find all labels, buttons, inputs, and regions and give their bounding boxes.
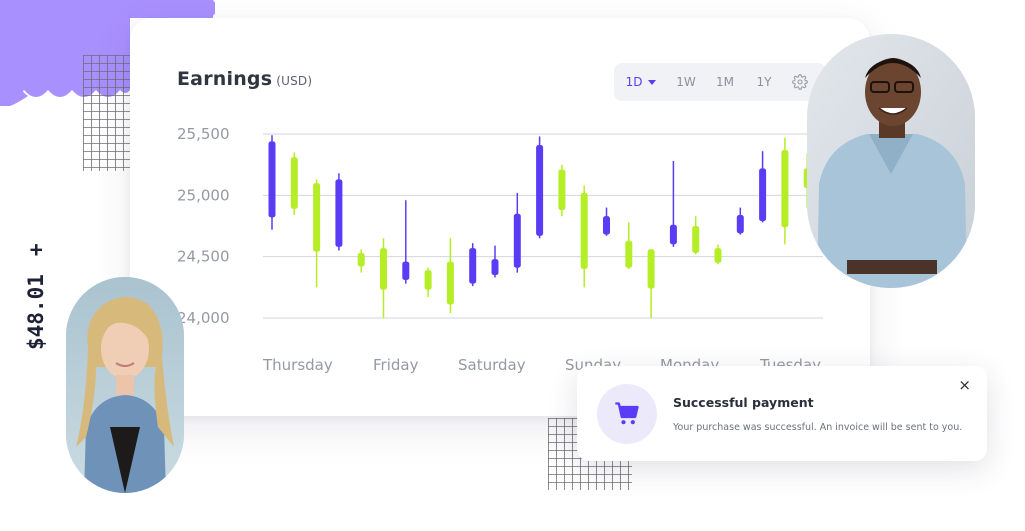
candle — [558, 164, 566, 217]
amount-sign: + — [24, 243, 48, 257]
candle — [313, 179, 321, 288]
candle-body — [736, 214, 744, 234]
candle — [781, 137, 789, 245]
candle-body — [714, 248, 722, 263]
x-tick-label: Thursday — [262, 356, 333, 374]
candle-body — [268, 141, 276, 218]
candle — [335, 173, 343, 251]
candle-body — [625, 240, 633, 268]
candle-body — [513, 213, 521, 268]
candle — [402, 200, 410, 284]
toast-title: Successful payment — [673, 395, 814, 410]
candle — [647, 249, 655, 318]
candle — [625, 222, 633, 269]
y-tick-label: 24,500 — [177, 248, 230, 266]
candle — [357, 249, 365, 273]
candle-body — [380, 248, 387, 290]
candle — [380, 238, 387, 318]
candle-body — [335, 179, 343, 247]
candle-body — [603, 216, 610, 235]
candle-body — [536, 145, 544, 236]
candle — [513, 192, 521, 273]
candle-body — [446, 261, 454, 305]
candle-body — [402, 261, 410, 280]
candle-body — [647, 249, 655, 289]
candle-body — [290, 157, 298, 209]
candle — [669, 160, 677, 247]
avatar-woman — [66, 277, 184, 493]
toast-icon-wrap — [597, 384, 657, 444]
amount-value: $48.01 — [24, 274, 48, 350]
shopping-cart-icon — [615, 402, 639, 425]
decorative-grid-top — [83, 55, 133, 171]
candle — [290, 152, 298, 215]
toast-message: Your purchase was successful. An invoice… — [673, 422, 963, 433]
candle — [714, 244, 722, 265]
y-tick-label: 25,500 — [177, 125, 230, 143]
y-tick-label: 25,000 — [177, 186, 230, 204]
avatar-man — [807, 34, 975, 288]
candle-body — [469, 248, 477, 284]
close-icon[interactable]: × — [958, 378, 971, 393]
candle-body — [491, 259, 499, 276]
payment-toast: Successful payment Your purchase was suc… — [577, 366, 987, 461]
candle — [736, 207, 744, 235]
candle — [692, 216, 700, 255]
vertical-amount: $48.01 + — [24, 243, 48, 350]
candle-body — [357, 252, 365, 267]
x-tick-label: Saturday — [458, 356, 526, 374]
candle-body — [781, 149, 789, 228]
earnings-card: Earnings (USD) 1D 1W 1M 1Y 25,500 25,000 24… — [130, 18, 870, 416]
candle — [424, 267, 432, 298]
candle — [759, 151, 767, 223]
candle-body — [580, 192, 588, 269]
candlestick-chart: 25,500 25,000 24,500 24,000 Thursday Friday Sa… — [177, 125, 833, 374]
candle-body — [759, 168, 767, 222]
candle — [268, 135, 276, 230]
candle-body — [692, 226, 700, 253]
candle — [603, 207, 610, 236]
candle — [446, 238, 454, 314]
candle — [536, 136, 544, 239]
candle-body — [424, 270, 432, 290]
candle — [469, 243, 477, 287]
candle — [580, 185, 588, 288]
y-tick-label: 24,000 — [177, 309, 230, 327]
candle-body — [558, 169, 566, 211]
x-tick-label: Friday — [373, 356, 419, 374]
candle-body — [313, 183, 321, 252]
candle — [491, 245, 499, 278]
candle-body — [669, 224, 677, 245]
